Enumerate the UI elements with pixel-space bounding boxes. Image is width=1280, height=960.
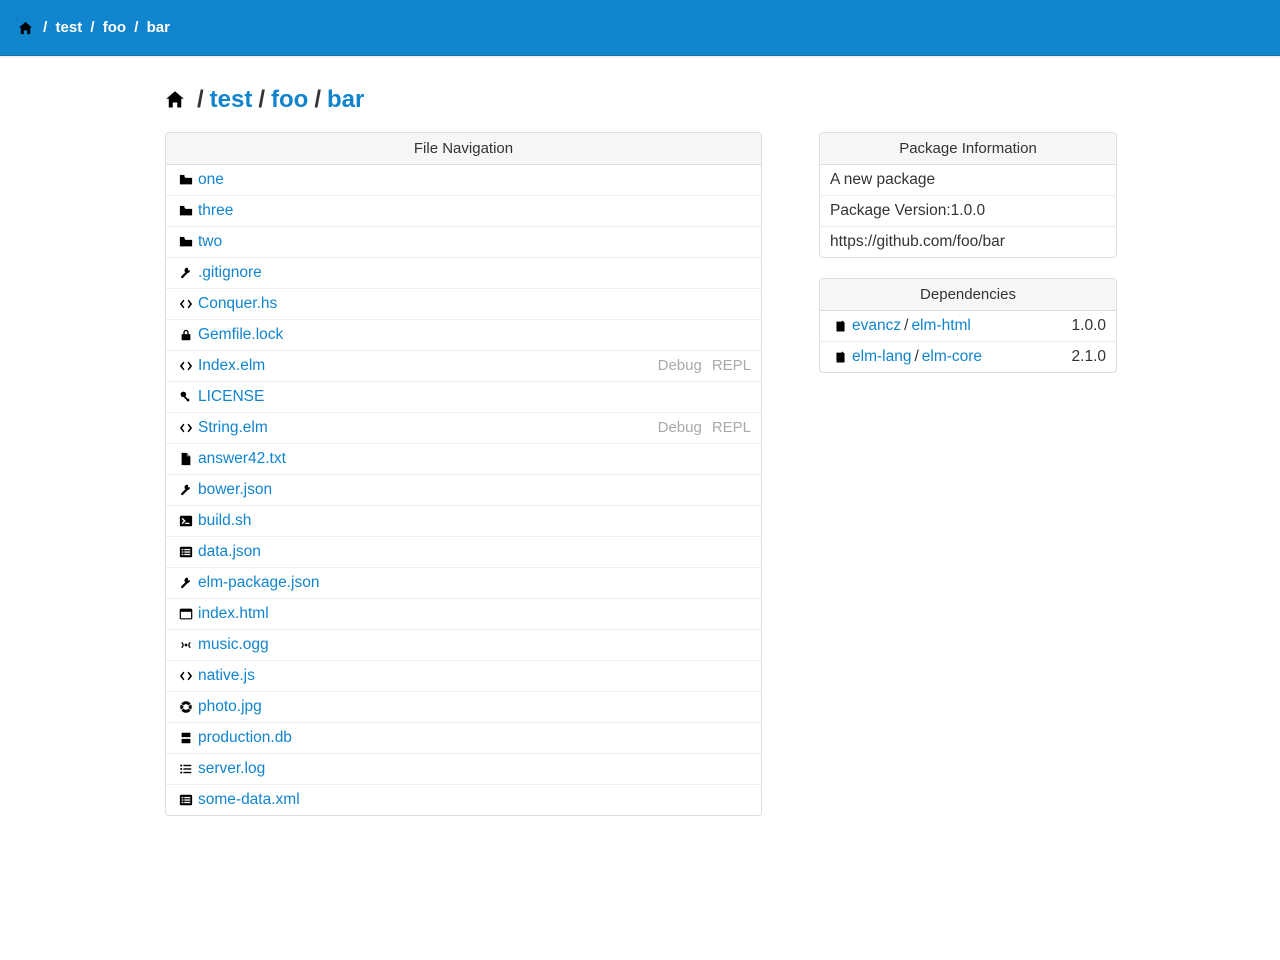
dependency-user-link[interactable]: evancz xyxy=(852,317,901,335)
code-icon xyxy=(176,669,196,683)
code-icon xyxy=(176,359,196,373)
home-icon xyxy=(165,90,185,110)
code-icon xyxy=(176,297,196,311)
book-icon xyxy=(830,351,850,364)
breadcrumb-segment[interactable]: bar xyxy=(147,19,170,36)
file-link[interactable]: answer42.txt xyxy=(198,450,286,468)
dependencies-panel: Dependencies evancz / elm-html1.0.0elm-l… xyxy=(819,278,1117,373)
breadcrumb-link[interactable]: foo xyxy=(271,86,308,113)
file-link[interactable]: some-data.xml xyxy=(198,791,300,809)
key-icon xyxy=(176,390,196,404)
breadcrumb-segment[interactable]: test xyxy=(56,19,83,36)
lock-icon xyxy=(176,328,196,342)
dependency-version: 2.1.0 xyxy=(1072,348,1106,366)
file-row: three xyxy=(166,196,761,227)
top-bar: / test / foo / bar xyxy=(0,0,1280,56)
file-row: native.js xyxy=(166,661,761,692)
wrench-icon xyxy=(176,576,196,590)
file-link[interactable]: one xyxy=(198,171,224,189)
file-row: two xyxy=(166,227,761,258)
file-link[interactable]: production.db xyxy=(198,729,292,747)
file-link[interactable]: data.json xyxy=(198,543,261,561)
file-link[interactable]: index.html xyxy=(198,605,269,623)
file-link[interactable]: three xyxy=(198,202,233,220)
file-link[interactable]: native.js xyxy=(198,667,255,685)
wrench-icon xyxy=(176,483,196,497)
file-link[interactable]: String.elm xyxy=(198,419,268,437)
file-row: Conquer.hs xyxy=(166,289,761,320)
breadcrumb-link[interactable]: test xyxy=(210,86,253,113)
dependency-user-link[interactable]: elm-lang xyxy=(852,348,911,366)
file-row: one xyxy=(166,165,761,196)
file-link[interactable]: build.sh xyxy=(198,512,251,530)
panel-title: File Navigation xyxy=(166,133,761,165)
breadcrumb-main: /test/foo/bar xyxy=(165,86,1115,114)
list-alt-icon xyxy=(176,545,196,559)
file-row: Index.elm Debug REPL xyxy=(166,351,761,382)
file-row: server.log xyxy=(166,754,761,785)
folder-icon xyxy=(176,235,196,249)
file-link[interactable]: two xyxy=(198,233,222,251)
file-row: some-data.xml xyxy=(166,785,761,815)
file-row: elm-package.json xyxy=(166,568,761,599)
code-icon xyxy=(176,421,196,435)
home-icon xyxy=(18,21,33,36)
dependency-repo-link[interactable]: elm-html xyxy=(911,317,970,335)
file-row: photo.jpg xyxy=(166,692,761,723)
file-row: index.html xyxy=(166,599,761,630)
file-link[interactable]: photo.jpg xyxy=(198,698,262,716)
dependency-row: elm-lang / elm-core2.1.0 xyxy=(820,342,1116,372)
file-link[interactable]: LICENSE xyxy=(198,388,264,406)
file-row: music.ogg xyxy=(166,630,761,661)
file-link[interactable]: Conquer.hs xyxy=(198,295,277,313)
folder-icon xyxy=(176,204,196,218)
dependency-repo-link[interactable]: elm-core xyxy=(922,348,982,366)
window-icon xyxy=(176,607,196,621)
package-description: A new package xyxy=(820,165,1116,196)
package-version: Package Version: 1.0.0 xyxy=(820,196,1116,227)
repl-button[interactable]: REPL xyxy=(712,357,751,374)
file-link[interactable]: elm-package.json xyxy=(198,574,319,592)
file-icon xyxy=(176,452,196,466)
wrench-icon xyxy=(176,266,196,280)
terminal-icon xyxy=(176,514,196,528)
file-row: Gemfile.lock xyxy=(166,320,761,351)
book-icon xyxy=(830,320,850,333)
breadcrumb-top: / test / foo / bar xyxy=(18,19,170,36)
database-icon xyxy=(176,731,196,745)
file-link[interactable]: music.ogg xyxy=(198,636,269,654)
file-row: bower.json xyxy=(166,475,761,506)
file-row: production.db xyxy=(166,723,761,754)
file-row: .gitignore xyxy=(166,258,761,289)
file-row: String.elm Debug REPL xyxy=(166,413,761,444)
file-link[interactable]: Gemfile.lock xyxy=(198,326,283,344)
dependency-version: 1.0.0 xyxy=(1072,317,1106,335)
list-alt-icon xyxy=(176,793,196,807)
file-row: data.json xyxy=(166,537,761,568)
file-row: answer42.txt xyxy=(166,444,761,475)
file-link[interactable]: bower.json xyxy=(198,481,272,499)
file-link[interactable]: .gitignore xyxy=(198,264,262,282)
file-row: build.sh xyxy=(166,506,761,537)
dependency-row: evancz / elm-html1.0.0 xyxy=(820,311,1116,342)
home-link[interactable] xyxy=(165,90,191,110)
file-link[interactable]: server.log xyxy=(198,760,265,778)
package-repo-url: https://github.com/foo/bar xyxy=(820,227,1116,257)
debug-button[interactable]: Debug xyxy=(658,419,702,436)
audio-icon xyxy=(176,638,196,652)
home-link-top[interactable] xyxy=(18,19,35,36)
file-navigation-panel: File Navigation one three two .gitignore Con… xyxy=(165,132,762,816)
package-info-panel: Package Information A new package Packag… xyxy=(819,132,1117,258)
file-link[interactable]: Index.elm xyxy=(198,357,265,375)
repl-button[interactable]: REPL xyxy=(712,419,751,436)
aperture-icon xyxy=(176,700,196,714)
file-row: LICENSE xyxy=(166,382,761,413)
folder-icon xyxy=(176,173,196,187)
panel-title: Package Information xyxy=(820,133,1116,165)
breadcrumb-link[interactable]: bar xyxy=(327,86,364,113)
panel-title: Dependencies xyxy=(820,279,1116,311)
debug-button[interactable]: Debug xyxy=(658,357,702,374)
breadcrumb-segment[interactable]: foo xyxy=(103,19,126,36)
list-icon xyxy=(176,762,196,776)
